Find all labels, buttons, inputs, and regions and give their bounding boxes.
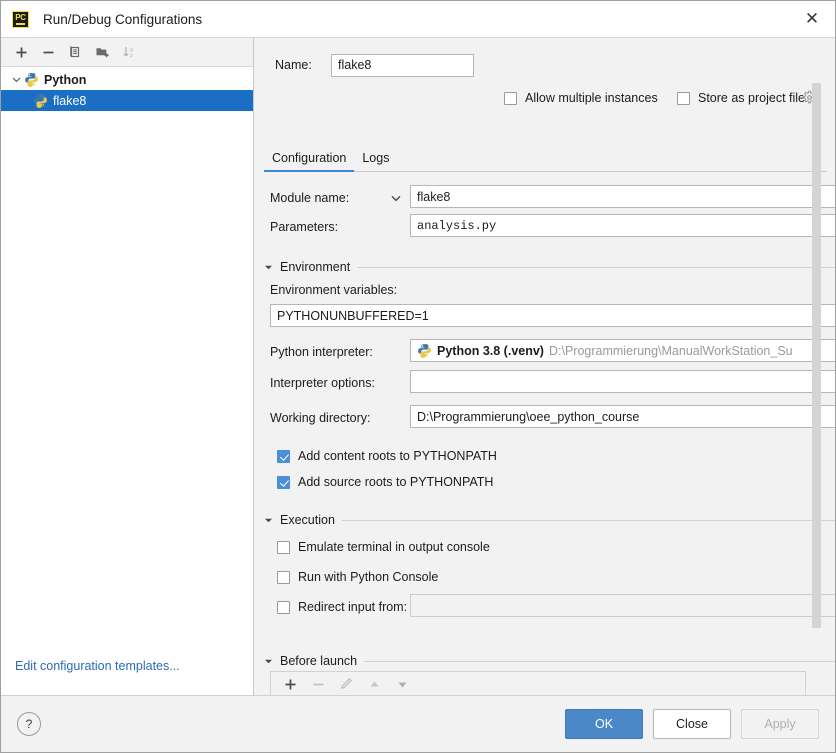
environment-variables-input[interactable]: PYTHONUNBUFFERED=1	[270, 304, 835, 327]
close-icon[interactable]: ✕	[789, 1, 835, 37]
run-debug-configurations-dialog: PC Run/Debug Configurations ✕	[0, 0, 836, 753]
environment-variables-label: Environment variables:	[270, 283, 397, 297]
window-title: Run/Debug Configurations	[43, 12, 202, 27]
sidebar-item-flake8[interactable]: flake8	[1, 90, 253, 111]
apply-button[interactable]: Apply	[741, 709, 819, 739]
interpreter-options-input[interactable]	[410, 370, 835, 393]
redirect-input-label: Redirect input from:	[298, 600, 407, 614]
store-as-project-file-box[interactable]	[677, 92, 690, 105]
section-collapse-arrow-icon[interactable]	[264, 516, 273, 525]
name-input[interactable]: flake8	[331, 54, 474, 77]
allow-multiple-instances-label: Allow multiple instances	[525, 91, 658, 105]
section-divider	[342, 520, 835, 521]
emulate-terminal-label: Emulate terminal in output console	[298, 540, 490, 554]
title-bar: PC Run/Debug Configurations ✕	[1, 1, 835, 37]
name-row: Name: flake8	[254, 38, 835, 77]
footer-buttons: OK Close Apply	[565, 709, 819, 739]
store-as-project-file-checkbox[interactable]: Store as project file	[677, 91, 805, 105]
section-collapse-arrow-icon[interactable]	[264, 263, 273, 272]
parameters-label: Parameters:	[270, 220, 338, 234]
configuration-form: Module name: flake8 ... Parameters: anal…	[264, 171, 835, 695]
edit-task-pencil-icon[interactable]	[334, 673, 358, 695]
execution-section-header[interactable]: Execution	[264, 513, 835, 527]
module-name-chevron-down-icon[interactable]	[389, 191, 403, 205]
allow-multiple-instances-checkbox[interactable]: Allow multiple instances	[504, 91, 658, 105]
create-folder-button[interactable]	[90, 41, 114, 63]
python-interpreter-label: Python interpreter:	[270, 345, 373, 359]
edit-configuration-templates-link[interactable]: Edit configuration templates...	[15, 659, 180, 673]
editor-tabs: Configuration Logs	[264, 143, 827, 172]
python-interpreter-combo[interactable]: Python 3.8 (.venv) D:\Programmierung\Man…	[410, 339, 835, 362]
editor-scrollbar-thumb[interactable]	[812, 83, 821, 628]
redirect-input-field[interactable]	[410, 594, 835, 617]
redirect-input-checkbox[interactable]: Redirect input from:	[277, 600, 407, 614]
name-label: Name:	[275, 58, 331, 72]
python-icon	[33, 93, 48, 108]
run-with-python-console-checkbox[interactable]: Run with Python Console	[277, 570, 438, 584]
run-with-python-console-label: Run with Python Console	[298, 570, 438, 584]
move-task-down-button[interactable]	[390, 673, 414, 695]
section-divider	[357, 267, 835, 268]
environment-section-header[interactable]: Environment	[264, 260, 835, 274]
ok-button[interactable]: OK	[565, 709, 643, 739]
python-interpreter-path: D:\Programmierung\ManualWorkStation_Su	[549, 344, 793, 358]
chevron-down-icon[interactable]	[9, 73, 23, 87]
configurations-panel: a z Python	[1, 38, 254, 695]
add-configuration-button[interactable]	[9, 41, 33, 63]
before-launch-toolbar	[270, 671, 806, 695]
pycharm-icon-text: PC	[15, 14, 26, 22]
emulate-terminal-box[interactable]	[277, 541, 290, 554]
interpreter-options-label: Interpreter options:	[270, 376, 375, 390]
sidebar-item-label: flake8	[53, 94, 86, 108]
add-source-roots-label: Add source roots to PYTHONPATH	[298, 475, 493, 489]
working-directory-input[interactable]: D:\Programmierung\oee_python_course	[410, 405, 835, 428]
configurations-toolbar: a z	[1, 38, 253, 67]
pycharm-icon: PC	[12, 11, 29, 28]
section-divider	[364, 661, 835, 662]
tab-configuration[interactable]: Configuration	[264, 151, 354, 171]
sort-az-icon[interactable]: a z	[117, 41, 141, 63]
redirect-input-box[interactable]	[277, 601, 290, 614]
svg-text:z: z	[130, 53, 133, 59]
move-task-up-button[interactable]	[362, 673, 386, 695]
remove-configuration-button[interactable]	[36, 41, 60, 63]
module-name-input[interactable]: flake8	[410, 185, 835, 208]
run-with-python-console-box[interactable]	[277, 571, 290, 584]
configuration-editor-panel: Name: flake8 Allow multiple instances St…	[254, 38, 835, 695]
editor-scrollbar-track[interactable]	[812, 83, 821, 637]
add-task-button[interactable]	[278, 673, 302, 695]
tree-group-label: Python	[44, 73, 86, 87]
environment-section-title: Environment	[280, 260, 350, 274]
working-directory-label: Working directory:	[270, 411, 371, 425]
parameters-input[interactable]: analysis.py	[410, 214, 835, 237]
add-content-roots-label: Add content roots to PYTHONPATH	[298, 449, 497, 463]
add-source-roots-box[interactable]	[277, 476, 290, 489]
python-icon	[24, 72, 39, 87]
section-collapse-arrow-icon[interactable]	[264, 657, 273, 666]
python-interpreter-name: Python 3.8 (.venv)	[437, 344, 544, 358]
emulate-terminal-checkbox[interactable]: Emulate terminal in output console	[277, 540, 490, 554]
close-button[interactable]: Close	[653, 709, 731, 739]
python-icon	[417, 343, 432, 358]
before-launch-section-title: Before launch	[280, 654, 357, 668]
module-name-label: Module name:	[270, 191, 349, 205]
add-content-roots-box[interactable]	[277, 450, 290, 463]
execution-section-title: Execution	[280, 513, 335, 527]
copy-configuration-button[interactable]	[63, 41, 87, 63]
dialog-footer: ? OK Close Apply	[1, 695, 835, 752]
remove-task-button[interactable]	[306, 673, 330, 695]
add-content-roots-checkbox[interactable]: Add content roots to PYTHONPATH	[277, 449, 497, 463]
before-launch-section-header[interactable]: Before launch	[264, 654, 835, 668]
allow-multiple-instances-box[interactable]	[504, 92, 517, 105]
dialog-body: a z Python	[1, 37, 835, 695]
tab-logs[interactable]: Logs	[354, 151, 397, 171]
add-source-roots-checkbox[interactable]: Add source roots to PYTHONPATH	[277, 475, 493, 489]
help-button[interactable]: ?	[17, 712, 41, 736]
tree-group-python[interactable]: Python	[1, 69, 253, 90]
store-as-project-file-label: Store as project file	[698, 91, 805, 105]
configurations-tree: Python flake8	[1, 67, 253, 695]
